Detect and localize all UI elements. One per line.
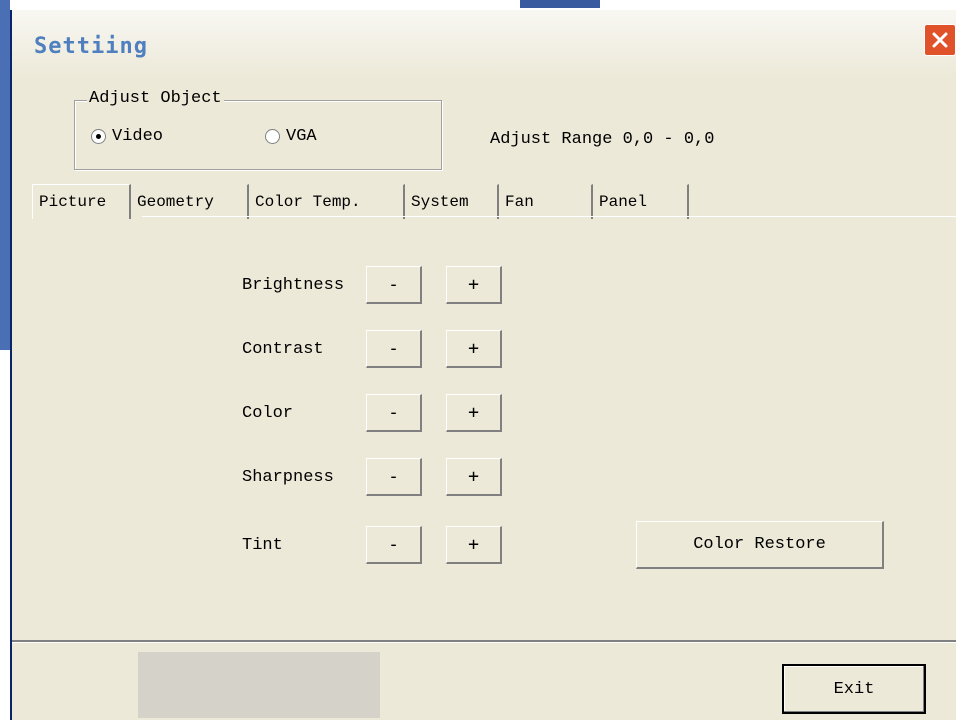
sharpness-row: Sharpness - + <box>242 457 502 497</box>
radio-vga-label: VGA <box>286 127 317 146</box>
adjust-object-label: Adjust Object <box>87 89 224 108</box>
close-button[interactable] <box>924 24 956 56</box>
contrast-increase-button[interactable]: + <box>446 330 502 368</box>
footer-separator <box>12 640 956 643</box>
tint-decrease-button[interactable]: - <box>366 526 422 564</box>
color-increase-button[interactable]: + <box>446 394 502 432</box>
tab-picture[interactable]: Picture <box>32 184 131 219</box>
color-label: Color <box>242 403 294 423</box>
sharpness-decrease-button[interactable]: - <box>366 458 422 496</box>
contrast-decrease-button[interactable]: - <box>366 330 422 368</box>
adjust-object-group: Adjust Object Video VGA <box>74 89 442 170</box>
tab-fan[interactable]: Fan <box>499 184 593 219</box>
close-icon <box>932 32 948 48</box>
sharpness-label: Sharpness <box>242 467 334 487</box>
tab-panel[interactable]: Panel <box>593 184 689 219</box>
tab-color-temp[interactable]: Color Temp. <box>249 184 405 219</box>
desktop-background <box>0 0 10 350</box>
brightness-decrease-button[interactable]: - <box>366 266 422 304</box>
status-area <box>138 652 380 718</box>
brightness-increase-button[interactable]: + <box>446 266 502 304</box>
brightness-row: Brightness - + <box>242 265 502 305</box>
color-decrease-button[interactable]: - <box>366 394 422 432</box>
desktop-background-top <box>520 0 600 8</box>
window-title: Settiing <box>34 34 148 59</box>
tint-increase-button[interactable]: + <box>446 526 502 564</box>
contrast-row: Contrast - + <box>242 329 502 369</box>
color-row: Color - + <box>242 393 502 433</box>
settings-window: Settiing Adjust Object Video VGA Adjust … <box>10 10 956 720</box>
sharpness-increase-button[interactable]: + <box>446 458 502 496</box>
tab-system[interactable]: System <box>405 184 499 219</box>
radio-vga[interactable]: VGA <box>265 127 317 146</box>
contrast-label: Contrast <box>242 339 324 359</box>
adjust-range-text: Adjust Range 0,0 - 0,0 <box>490 130 715 149</box>
brightness-label: Brightness <box>242 275 345 295</box>
exit-button[interactable]: Exit <box>782 664 926 714</box>
radio-vga-indicator[interactable] <box>265 129 280 144</box>
radio-video-label: Video <box>112 127 164 146</box>
title-bar[interactable]: Settiing <box>12 10 956 80</box>
tint-row: Tint - + <box>242 525 502 565</box>
radio-video-indicator[interactable] <box>91 129 106 144</box>
tint-label: Tint <box>242 535 283 555</box>
radio-video[interactable]: Video <box>91 127 163 146</box>
tab-geometry[interactable]: Geometry <box>131 184 249 219</box>
color-restore-button[interactable]: Color Restore <box>636 521 884 569</box>
tab-bar: Picture Geometry Color Temp. System Fan … <box>32 184 689 219</box>
